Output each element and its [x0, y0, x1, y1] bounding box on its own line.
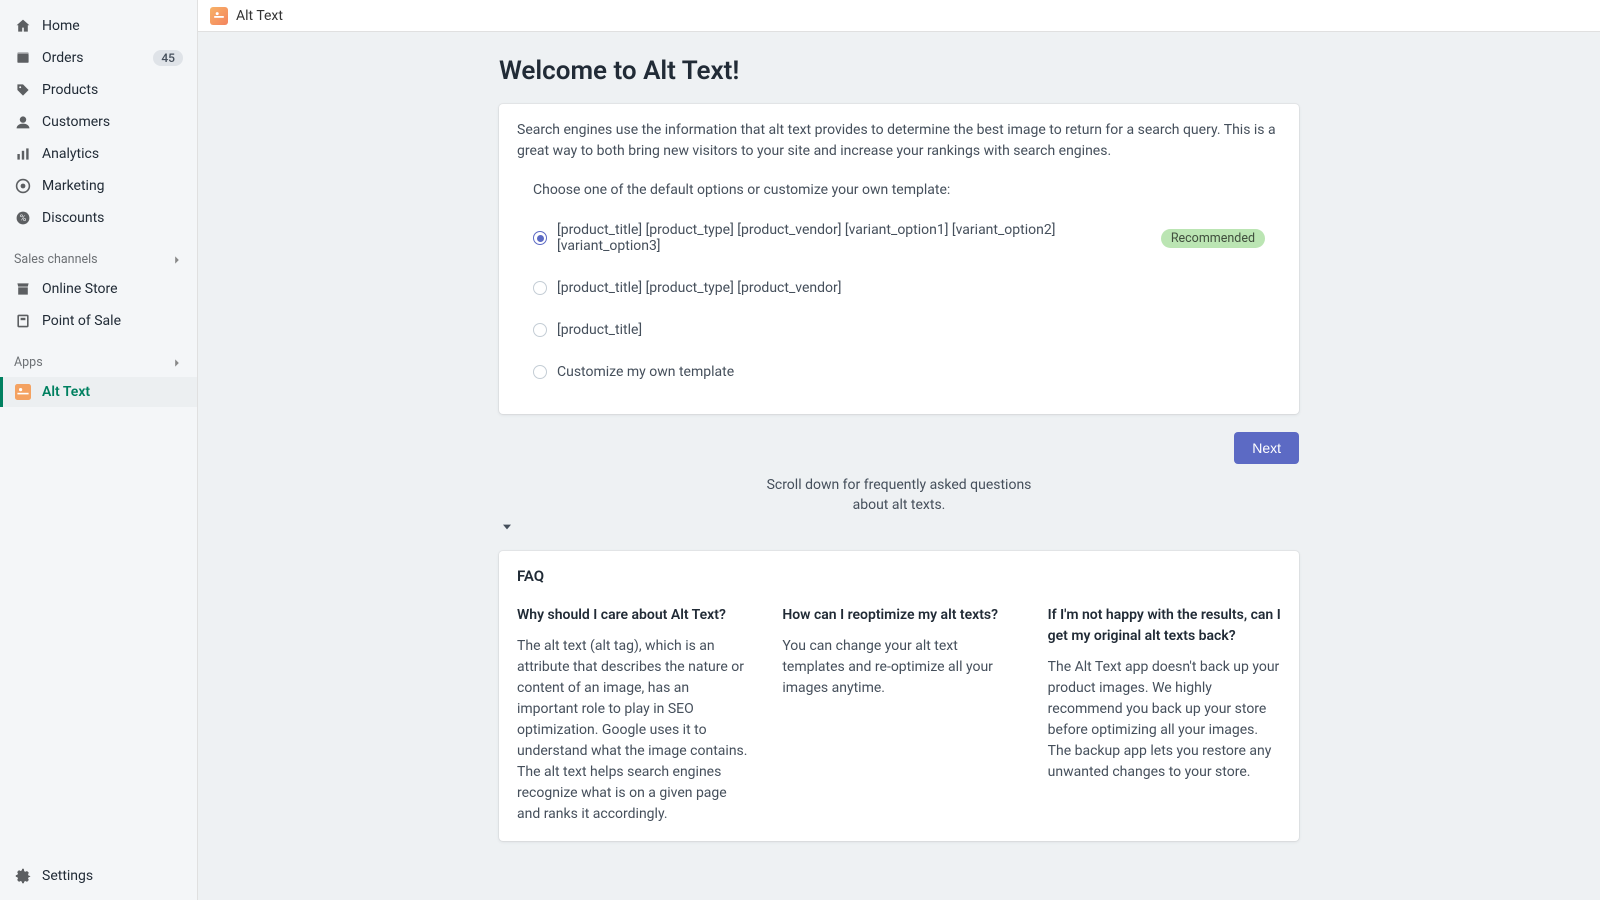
sidebar-item-label: Alt Text [42, 384, 183, 400]
template-option-1[interactable]: [product_title] [product_type] [product_… [517, 214, 1281, 262]
faq-answer: The alt text (alt tag), which is an attr… [517, 636, 750, 825]
sidebar-item-label: Online Store [42, 281, 183, 297]
sidebar-section-label: Sales channels [14, 252, 98, 267]
faq-answer: You can change your alt text templates a… [782, 636, 1015, 699]
faq-column-1: Why should I care about Alt Text? The al… [517, 605, 750, 825]
template-option-4[interactable]: Customize my own template [517, 356, 1281, 388]
radio-input[interactable] [533, 323, 547, 337]
sidebar-item-discounts[interactable]: % Discounts [0, 203, 197, 233]
sidebar-item-products[interactable]: Products [0, 75, 197, 105]
main: Alt Text Welcome to Alt Text! Search eng… [198, 0, 1600, 900]
pos-icon [14, 312, 32, 330]
alt-text-icon [14, 383, 32, 401]
template-option-label: [product_title] [product_type] [product_… [557, 222, 1145, 254]
radio-input[interactable] [533, 365, 547, 379]
sidebar: Home Orders 45 Products Customers Analyt… [0, 0, 198, 900]
faq-question: If I'm not happy with the results, can I… [1048, 605, 1281, 647]
sidebar-item-customers[interactable]: Customers [0, 107, 197, 137]
sidebar-item-analytics[interactable]: Analytics [0, 139, 197, 169]
faq-answer: The Alt Text app doesn't back up your pr… [1048, 657, 1281, 783]
sidebar-section-label: Apps [14, 355, 43, 370]
faq-card: FAQ Why should I care about Alt Text? Th… [499, 551, 1299, 841]
content: Welcome to Alt Text! Search engines use … [198, 32, 1600, 900]
sidebar-item-label: Orders [42, 50, 143, 66]
button-row: Next [499, 432, 1299, 464]
sidebar-item-orders[interactable]: Orders 45 [0, 43, 197, 73]
template-option-label: [product_title] [product_type] [product_… [557, 280, 841, 296]
gear-icon [14, 867, 32, 885]
chevron-down-icon [499, 519, 1299, 535]
sidebar-section-apps[interactable]: Apps [0, 349, 197, 376]
home-icon [14, 17, 32, 35]
template-card: Search engines use the information that … [499, 104, 1299, 414]
recommended-badge: Recommended [1161, 229, 1265, 248]
analytics-icon [14, 145, 32, 163]
chevron-right-icon [171, 254, 183, 266]
sidebar-item-settings[interactable]: Settings [0, 861, 197, 899]
marketing-icon [14, 177, 32, 195]
sidebar-item-label: Settings [42, 868, 183, 884]
discounts-icon: % [14, 209, 32, 227]
sidebar-item-online-store[interactable]: Online Store [0, 274, 197, 304]
template-option-label: [product_title] [557, 322, 642, 338]
faq-column-2: How can I reoptimize my alt texts? You c… [782, 605, 1015, 825]
next-button[interactable]: Next [1234, 432, 1299, 464]
sidebar-item-label: Analytics [42, 146, 183, 162]
faq-title: FAQ [517, 567, 1281, 585]
customers-icon [14, 113, 32, 131]
sidebar-item-label: Point of Sale [42, 313, 183, 329]
sidebar-item-home[interactable]: Home [0, 11, 197, 41]
sidebar-item-label: Products [42, 82, 183, 98]
topbar: Alt Text [198, 0, 1600, 32]
template-option-label: Customize my own template [557, 364, 734, 380]
page-title: Welcome to Alt Text! [499, 56, 1299, 86]
app-icon [210, 7, 228, 25]
scroll-hint: Scroll down for frequently asked questio… [759, 476, 1039, 515]
faq-question: Why should I care about Alt Text? [517, 605, 750, 626]
topbar-app-name: Alt Text [236, 8, 283, 24]
template-option-3[interactable]: [product_title] [517, 314, 1281, 346]
faq-column-3: If I'm not happy with the results, can I… [1048, 605, 1281, 825]
choose-label: Choose one of the default options or cus… [517, 182, 1281, 198]
products-icon [14, 81, 32, 99]
online-store-icon [14, 280, 32, 298]
radio-input[interactable] [533, 281, 547, 295]
sidebar-item-label: Customers [42, 114, 183, 130]
sidebar-item-label: Home [42, 18, 183, 34]
sidebar-item-marketing[interactable]: Marketing [0, 171, 197, 201]
svg-text:%: % [20, 214, 27, 224]
chevron-right-icon [171, 357, 183, 369]
sidebar-item-alt-text[interactable]: Alt Text [0, 377, 197, 407]
orders-icon [14, 49, 32, 67]
faq-question: How can I reoptimize my alt texts? [782, 605, 1015, 626]
sidebar-item-label: Discounts [42, 210, 183, 226]
sidebar-item-label: Marketing [42, 178, 183, 194]
orders-badge: 45 [153, 50, 183, 66]
sidebar-item-pos[interactable]: Point of Sale [0, 306, 197, 336]
template-option-2[interactable]: [product_title] [product_type] [product_… [517, 272, 1281, 304]
description: Search engines use the information that … [517, 120, 1281, 162]
radio-input[interactable] [533, 231, 547, 245]
sidebar-section-sales-channels[interactable]: Sales channels [0, 246, 197, 273]
